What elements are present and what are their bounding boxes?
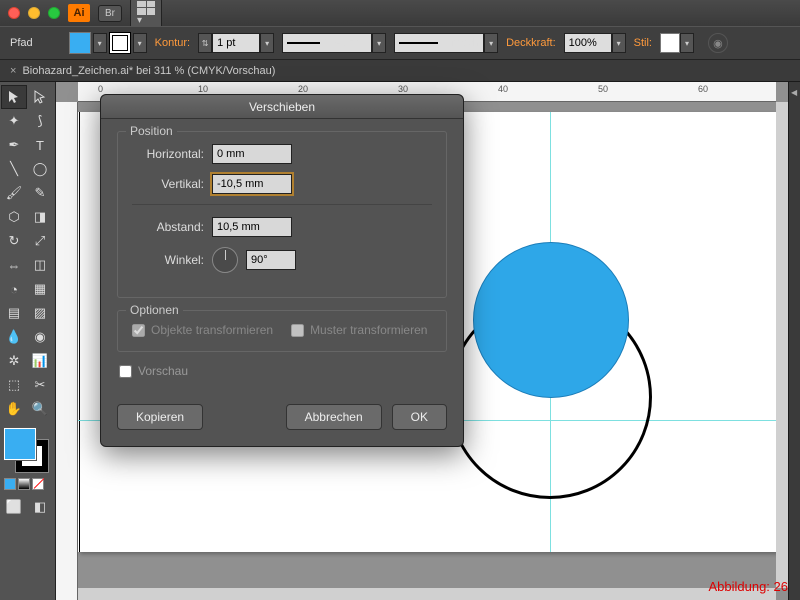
zoom-tool[interactable]: 🔍: [28, 398, 52, 420]
optionen-fieldset: Optionen Objekte transformieren Muster t…: [117, 310, 447, 352]
slice-tool[interactable]: ✂: [28, 374, 52, 396]
free-transform-tool[interactable]: ◫: [28, 254, 52, 276]
optionen-legend: Optionen: [126, 303, 183, 317]
control-bar: Pfad ▾ ▾ Kontur: ⇅ ▾ Gleichm. ▾ Einfach …: [0, 26, 800, 60]
dialog-title: Verschieben: [101, 95, 463, 119]
panel-strip[interactable]: [788, 82, 800, 600]
style-swatch[interactable]: [660, 33, 680, 53]
object-type-label: Pfad: [10, 37, 33, 49]
winkel-label: Winkel:: [132, 253, 204, 267]
mini-swatch-none[interactable]: [32, 478, 44, 490]
close-tab-icon[interactable]: ×: [10, 65, 16, 77]
perspective-tool[interactable]: ▦: [28, 278, 52, 300]
rotate-tool[interactable]: ↻: [2, 230, 26, 252]
shape-builder-tool[interactable]: ◔: [2, 278, 26, 300]
hand-tool[interactable]: ✋: [2, 398, 26, 420]
scrollbar-vertical[interactable]: [776, 102, 788, 588]
artboard-tool[interactable]: ⬚: [2, 374, 26, 396]
fill-swatch[interactable]: [69, 32, 91, 54]
stroke-stepper[interactable]: ⇅: [198, 33, 212, 53]
width-tool[interactable]: ⇔: [2, 254, 26, 276]
kontur-label: Kontur:: [155, 37, 190, 49]
stroke-weight-input[interactable]: [212, 33, 260, 53]
lasso-tool[interactable]: ⟆: [28, 110, 52, 132]
close-window[interactable]: [8, 7, 20, 19]
winkel-input[interactable]: [246, 250, 296, 270]
stroke-swatch[interactable]: [109, 32, 131, 54]
fill-dropdown[interactable]: ▾: [93, 33, 107, 53]
circle-fill[interactable]: [473, 242, 629, 398]
objekte-checkbox: Objekte transformieren: [132, 323, 273, 337]
paintbrush-tool[interactable]: 🖌: [2, 182, 26, 204]
dash1-dropdown[interactable]: ▾: [372, 33, 386, 53]
deckkraft-label: Deckkraft:: [506, 37, 556, 49]
opacity-input[interactable]: [564, 33, 612, 53]
pen-tool[interactable]: ✒: [2, 134, 26, 156]
recolor-icon[interactable]: ◉: [708, 33, 728, 53]
ellipse-tool[interactable]: ◯: [28, 158, 52, 180]
opacity-dropdown[interactable]: ▾: [612, 33, 626, 53]
dash-profile2: Einfach: [442, 37, 479, 49]
dash-profile1: Gleichm.: [324, 37, 367, 49]
type-tool[interactable]: T: [28, 134, 52, 156]
horizontal-label: Horizontal:: [132, 147, 204, 161]
arrange-docs-button[interactable]: ▾: [130, 0, 162, 29]
muster-checkbox: Muster transformieren: [291, 323, 427, 337]
pencil-tool[interactable]: ✎: [28, 182, 52, 204]
mini-swatch-color[interactable]: [4, 478, 16, 490]
abstand-input[interactable]: [212, 217, 292, 237]
toolbox: ✦⟆ ✒T ╲◯ 🖌✎ ⬡◨ ↻⤢ ⇔◫ ◔▦ ▤▨ 💧◉ ✲📊 ⬚✂ ✋🔍 ⬜…: [0, 82, 56, 600]
mini-swatch-gradient[interactable]: [18, 478, 30, 490]
eyedropper-tool[interactable]: 💧: [2, 326, 26, 348]
style-dropdown[interactable]: ▾: [680, 33, 694, 53]
move-dialog: Verschieben Position Horizontal: Vertika…: [100, 94, 464, 447]
minimize-window[interactable]: [28, 7, 40, 19]
document-tab[interactable]: × Biohazard_Zeichen.ai* bei 311 % (CMYK/…: [0, 60, 800, 82]
titlebar: Ai Br ▾: [0, 0, 800, 26]
graph-tool[interactable]: 📊: [28, 350, 52, 372]
stil-label: Stil:: [634, 37, 652, 49]
color-well[interactable]: [2, 428, 50, 472]
symbol-sprayer-tool[interactable]: ✲: [2, 350, 26, 372]
ok-button[interactable]: OK: [392, 404, 447, 430]
direct-selection-tool[interactable]: [28, 86, 52, 108]
angle-dial[interactable]: [212, 247, 238, 273]
dash2-dropdown[interactable]: ▾: [484, 33, 498, 53]
scale-tool[interactable]: ⤢: [28, 230, 52, 252]
blob-brush-tool[interactable]: ⬡: [2, 206, 26, 228]
stroke-dropdown[interactable]: ▾: [133, 33, 147, 53]
zoom-window[interactable]: [48, 7, 60, 19]
app-logo-icon: Ai: [68, 4, 90, 22]
abbrechen-button[interactable]: Abbrechen: [286, 404, 382, 430]
vorschau-checkbox[interactable]: Vorschau: [119, 364, 447, 378]
change-screen-tool[interactable]: ◧: [28, 496, 52, 518]
screen-mode-tool[interactable]: ⬜: [2, 496, 26, 518]
eraser-tool[interactable]: ◨: [28, 206, 52, 228]
window-controls: [8, 7, 60, 19]
scrollbar-horizontal[interactable]: [78, 588, 776, 600]
fill-well[interactable]: [4, 428, 36, 460]
mesh-tool[interactable]: ▤: [2, 302, 26, 324]
abstand-label: Abstand:: [132, 220, 204, 234]
vertikal-input[interactable]: [212, 174, 292, 194]
position-legend: Position: [126, 124, 177, 138]
blend-tool[interactable]: ◉: [28, 326, 52, 348]
position-fieldset: Position Horizontal: Vertikal: Abstand: …: [117, 131, 447, 298]
document-title: Biohazard_Zeichen.ai* bei 311 % (CMYK/Vo…: [22, 65, 275, 77]
artboard-margin-left: [79, 112, 80, 552]
kopieren-button[interactable]: Kopieren: [117, 404, 203, 430]
bridge-button[interactable]: Br: [98, 5, 122, 22]
figure-caption: Abbildung: 26: [708, 579, 788, 594]
vertikal-label: Vertikal:: [132, 177, 204, 191]
horizontal-input[interactable]: [212, 144, 292, 164]
line-tool[interactable]: ╲: [2, 158, 26, 180]
stroke-weight-dropdown[interactable]: ▾: [260, 33, 274, 53]
selection-tool[interactable]: [2, 86, 26, 108]
magic-wand-tool[interactable]: ✦: [2, 110, 26, 132]
ruler-vertical[interactable]: [56, 102, 78, 600]
gradient-tool[interactable]: ▨: [28, 302, 52, 324]
